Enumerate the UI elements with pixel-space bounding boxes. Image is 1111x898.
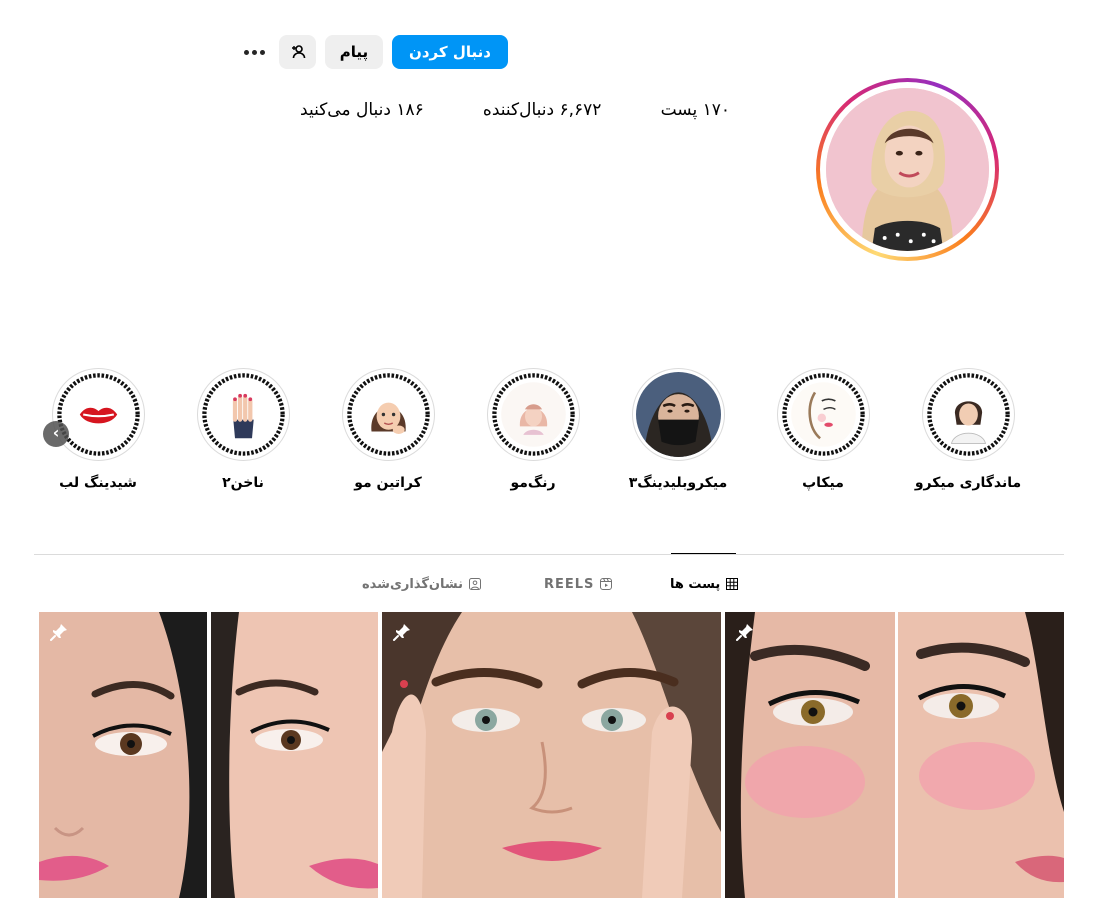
highlight-label: ناخن۲ xyxy=(222,475,264,491)
post-tile[interactable] xyxy=(39,612,378,898)
pin-icon xyxy=(736,624,753,641)
makeup-face-illustration-icon xyxy=(781,373,865,456)
tab-tagged-label: نشان‌گذاری‌شده xyxy=(362,576,463,592)
highlight-item[interactable]: رنگ‌مو xyxy=(463,368,603,491)
person-plus-icon xyxy=(291,45,305,59)
pin-icon xyxy=(50,624,67,641)
tagged-icon xyxy=(468,578,481,590)
follow-button[interactable]: دنبال کردن xyxy=(392,35,508,69)
highlight-item[interactable]: ناخن۲ xyxy=(173,368,313,491)
nails-emoji-icon xyxy=(201,373,285,456)
more-options-icon[interactable] xyxy=(236,34,272,70)
following-count[interactable]: ۱۸۶ دنبال می‌کنید xyxy=(300,100,424,120)
woman-illustration-icon xyxy=(926,373,1010,456)
post-photo xyxy=(39,612,378,898)
highlight-label: میکروبلیدینگ۳ xyxy=(628,475,728,491)
tab-reels-label: REELS xyxy=(544,576,595,592)
story-highlights: ماندگاری میکرو میکاپ xyxy=(40,368,1040,508)
highlight-item[interactable]: ماندگاری میکرو xyxy=(898,368,1038,491)
tab-reels[interactable]: REELS xyxy=(544,575,613,593)
followers-count[interactable]: ۶,۶۷۲ دنبال‌کننده xyxy=(483,100,602,120)
tab-tagged[interactable]: نشان‌گذاری‌شده xyxy=(362,575,481,593)
avatar-story-ring[interactable] xyxy=(816,78,999,261)
suggest-users-button[interactable] xyxy=(279,35,316,69)
chevron-left-icon[interactable]: ‹ xyxy=(43,421,69,447)
tab-posts-label: پست ها xyxy=(670,576,721,592)
message-button[interactable]: پیام xyxy=(325,35,383,69)
avatar-photo xyxy=(826,88,989,251)
highlight-label: رنگ‌مو xyxy=(510,475,556,491)
highlight-label: کراتین مو xyxy=(354,475,422,491)
tab-posts[interactable]: پست ها xyxy=(670,575,739,593)
highlight-item[interactable]: میکاپ xyxy=(753,368,893,491)
profile-stats: ۱۷۰ پست ۶,۶۷۲ دنبال‌کننده ۱۸۶ دنبال می‌ک… xyxy=(300,100,730,120)
reels-icon xyxy=(600,578,613,590)
posts-grid xyxy=(39,612,1064,898)
tabs-divider xyxy=(34,554,1064,555)
pin-icon xyxy=(393,624,410,641)
grid-icon xyxy=(726,578,739,590)
highlight-item[interactable]: میکروبلیدینگ۳ xyxy=(608,368,748,491)
profile-actions: پیام دنبال کردن xyxy=(236,34,508,70)
highlight-item[interactable]: کراتین مو xyxy=(318,368,458,491)
post-photo xyxy=(382,612,721,898)
lips-emoji-icon xyxy=(56,373,140,456)
posts-count: ۱۷۰ پست xyxy=(660,100,730,120)
woman-emoji-icon xyxy=(346,373,430,456)
masked-woman-photo-icon xyxy=(635,372,721,457)
post-photo xyxy=(725,612,1064,898)
active-tab-indicator xyxy=(671,553,736,554)
highlight-label: شیدینگ لب xyxy=(59,475,137,491)
post-tile[interactable] xyxy=(382,612,721,898)
highlight-label: میکاپ xyxy=(802,475,844,491)
post-tile[interactable] xyxy=(725,612,1064,898)
hair-color-emoji-icon xyxy=(491,373,575,456)
highlight-label: ماندگاری میکرو xyxy=(914,475,1022,491)
avatar xyxy=(826,88,989,251)
